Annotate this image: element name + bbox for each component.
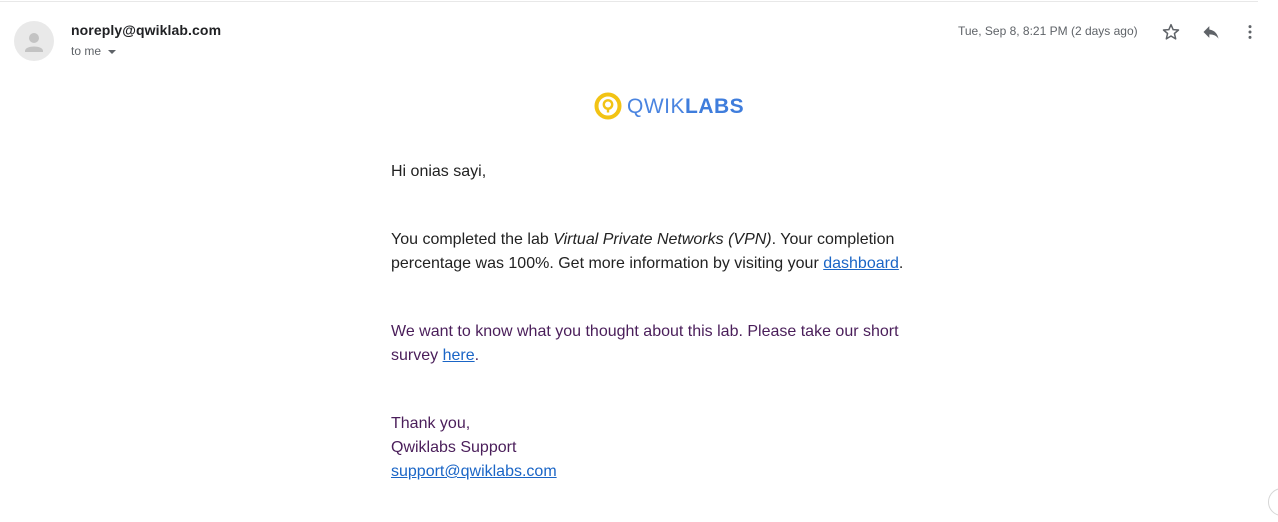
email-timestamp: Tue, Sep 8, 8:21 PM (2 days ago) — [958, 24, 1138, 38]
more-vert-icon — [1248, 25, 1252, 39]
dashboard-link[interactable]: dashboard — [823, 255, 899, 272]
lab-name: Virtual Private Networks (VPN) — [553, 231, 772, 248]
email-view: noreply@qwiklab.com to me Tue, Sep 8, 8:… — [0, 0, 1278, 522]
support-email-link[interactable]: support@qwiklabs.com — [391, 463, 557, 480]
recipient-details-toggle[interactable]: to me — [71, 44, 117, 58]
reply-button[interactable] — [1199, 20, 1223, 44]
survey-suffix: . — [474, 347, 480, 364]
reply-icon — [1203, 26, 1219, 39]
team-name: Qwiklabs Support — [391, 439, 517, 456]
logo-wordmark-labs: LABS — [685, 94, 745, 118]
recipient-label: to me — [71, 44, 102, 58]
sender-address: noreply@qwiklab.com — [71, 22, 222, 38]
divider — [0, 1, 1258, 2]
star-icon — [1162, 23, 1180, 40]
sender-avatar[interactable] — [14, 21, 54, 61]
qwiklabs-logo-icon — [594, 92, 622, 120]
completion-suffix: . — [898, 255, 904, 272]
person-icon — [25, 33, 43, 52]
more-options-button[interactable] — [1238, 20, 1262, 44]
survey-link[interactable]: here — [443, 347, 475, 364]
logo-wordmark-qwik: QWIK — [627, 94, 685, 118]
logo-wordmark: QWIKLABS — [627, 96, 744, 117]
completion-message: You completed the lab Virtual Private Ne… — [391, 228, 911, 276]
chevron-down-icon — [108, 49, 117, 54]
floating-circle-button[interactable] — [1268, 488, 1278, 516]
survey-message: We want to know what you thought about t… — [391, 320, 911, 368]
qwiklabs-logo: QWIKLABS — [594, 92, 744, 120]
greeting: Hi onias sayi, — [391, 163, 487, 180]
signature: Thank you, Qwiklabs Support support@qwikla… — [391, 412, 911, 484]
star-button[interactable] — [1159, 20, 1183, 44]
completion-prefix: You completed the lab — [391, 231, 554, 248]
thanks-line: Thank you, — [391, 415, 471, 432]
